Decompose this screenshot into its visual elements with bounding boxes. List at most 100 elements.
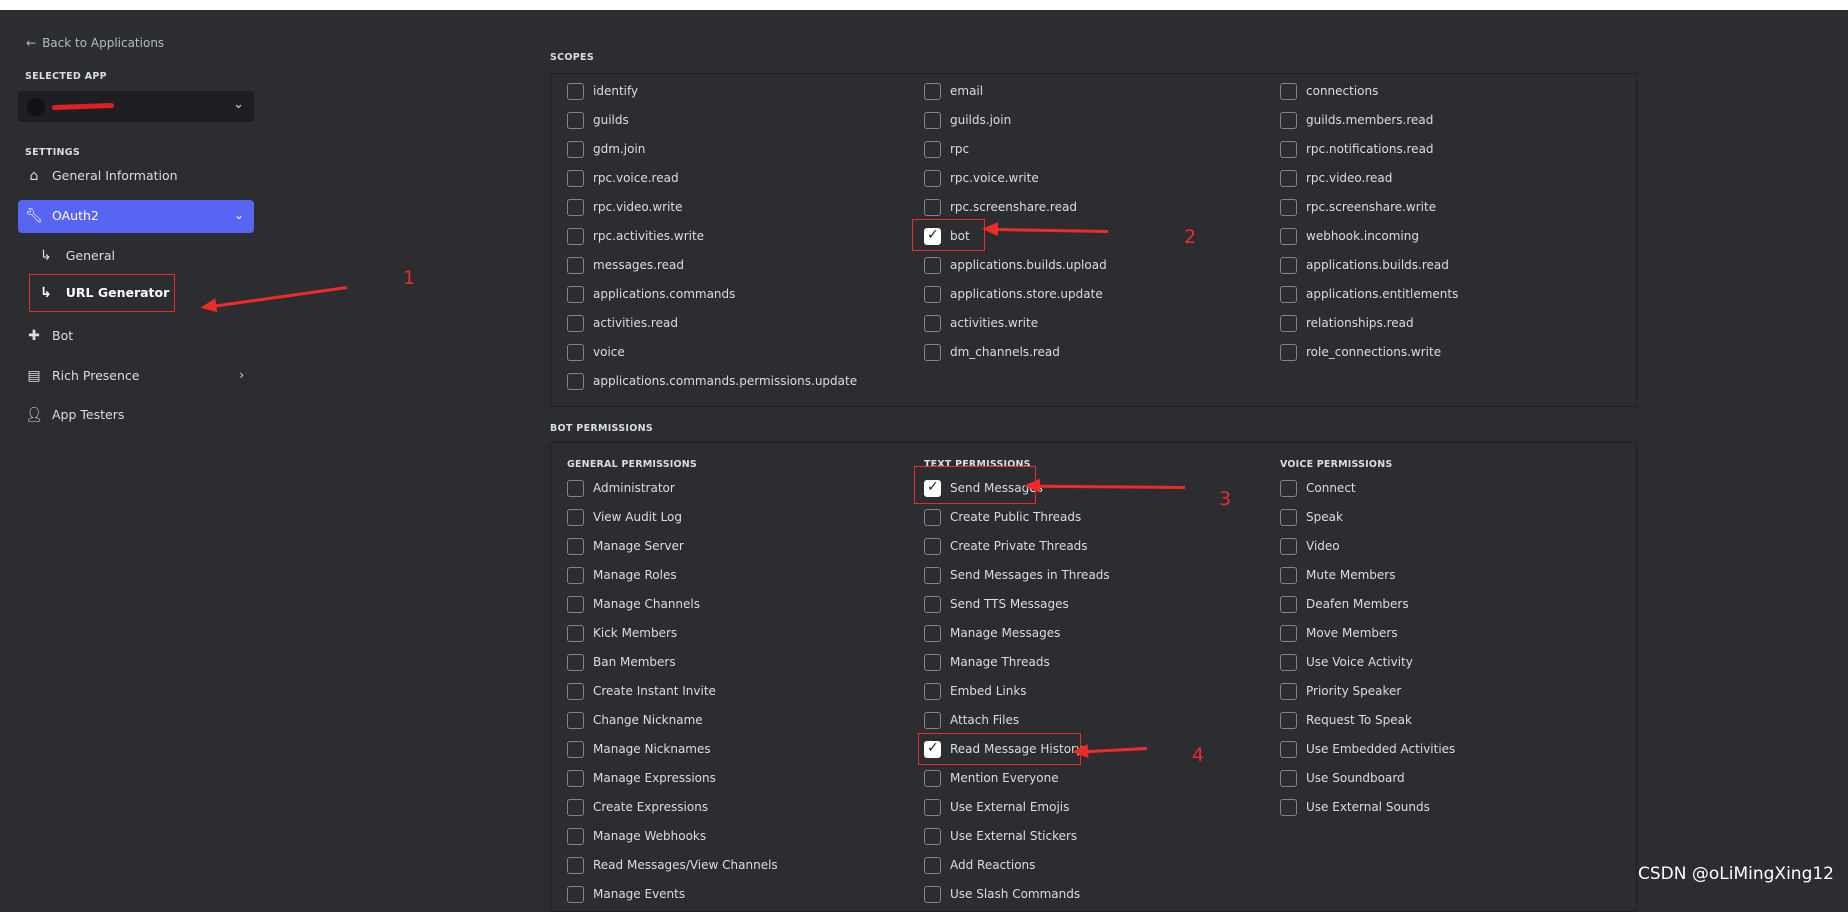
checkbox-label: applications.commands.permissions.update: [593, 374, 858, 388]
checkbox-empty-icon[interactable]: [1280, 344, 1297, 361]
checkbox-label: Request To Speak: [1306, 713, 1412, 727]
checkbox-empty-icon[interactable]: [924, 596, 941, 613]
user-icon: 👤︎: [25, 407, 43, 423]
sidebar-subitem-general[interactable]: ↳ General: [40, 248, 115, 264]
checkbox-empty-icon[interactable]: [567, 170, 584, 187]
checkbox-empty-icon[interactable]: [567, 344, 584, 361]
back-to-applications-link[interactable]: ← Back to Applications: [26, 36, 164, 50]
checkbox-empty-icon[interactable]: [924, 538, 941, 555]
checkbox-empty-icon[interactable]: [924, 199, 941, 216]
checkbox-empty-icon[interactable]: [1280, 654, 1297, 671]
checkbox-empty-icon[interactable]: [567, 315, 584, 332]
checkbox-label: Manage Threads: [950, 655, 1050, 669]
document-icon: ▤: [27, 368, 41, 384]
checkbox-empty-icon[interactable]: [1280, 315, 1297, 332]
checkbox-empty-icon[interactable]: [567, 199, 584, 216]
checkbox-empty-icon[interactable]: [567, 886, 584, 903]
home-icon: ⌂: [29, 168, 39, 184]
checkbox-label: webhook.incoming: [1306, 229, 1419, 243]
checkbox-label: rpc.video.read: [1306, 171, 1393, 185]
checkbox-empty-icon[interactable]: [1280, 509, 1297, 526]
checkbox-empty-icon[interactable]: [924, 857, 941, 874]
checkbox-label: relationships.read: [1306, 316, 1414, 330]
app-selector[interactable]: ⌄: [18, 91, 254, 122]
checkbox-empty-icon[interactable]: [924, 83, 941, 100]
checkbox-empty-icon[interactable]: [924, 170, 941, 187]
checkbox-label: rpc.notifications.read: [1306, 142, 1434, 156]
checkbox-label: Send TTS Messages: [950, 597, 1069, 611]
checkbox-empty-icon[interactable]: [924, 257, 941, 274]
checkbox-empty-icon[interactable]: [1280, 170, 1297, 187]
checkbox-empty-icon[interactable]: [924, 770, 941, 787]
checkbox-empty-icon[interactable]: [567, 373, 584, 390]
checkbox-empty-icon[interactable]: [924, 286, 941, 303]
checkbox-empty-icon[interactable]: [1280, 112, 1297, 129]
checkbox-empty-icon[interactable]: [924, 886, 941, 903]
checkbox-label: identify: [593, 84, 639, 98]
checkbox-empty-icon[interactable]: [1280, 567, 1297, 584]
sidebar-item-oauth2[interactable]: 🔧︎ OAuth2 ⌄: [18, 200, 254, 233]
checkbox-empty-icon[interactable]: [924, 509, 941, 526]
checkbox-empty-icon[interactable]: [924, 828, 941, 845]
checkbox-empty-icon[interactable]: [567, 141, 584, 158]
checkbox-empty-icon[interactable]: [924, 141, 941, 158]
checkbox-label: Read Messages/View Channels: [593, 858, 778, 872]
checkbox-empty-icon[interactable]: [567, 257, 584, 274]
checkbox-label: voice: [593, 345, 625, 359]
checkbox-empty-icon[interactable]: [924, 799, 941, 816]
checkbox-empty-icon[interactable]: [1280, 683, 1297, 700]
checkbox-empty-icon[interactable]: [924, 712, 941, 729]
checkbox-empty-icon[interactable]: [567, 596, 584, 613]
checkbox-empty-icon[interactable]: [924, 654, 941, 671]
sidebar-item-app-testers[interactable]: 👤︎ App Testers: [18, 399, 254, 432]
checkbox-empty-icon[interactable]: [1280, 228, 1297, 245]
checkbox-label: rpc.screenshare.write: [1306, 200, 1437, 214]
checkbox-empty-icon[interactable]: [567, 712, 584, 729]
checkbox-empty-icon[interactable]: [567, 83, 584, 100]
checkbox-empty-icon[interactable]: [567, 509, 584, 526]
checkbox-empty-icon[interactable]: [567, 538, 584, 555]
checkbox-empty-icon[interactable]: [567, 567, 584, 584]
checkbox-label: Priority Speaker: [1306, 684, 1402, 698]
checkbox-empty-icon[interactable]: [1280, 141, 1297, 158]
checkbox-empty-icon[interactable]: [1280, 799, 1297, 816]
checkbox-empty-icon[interactable]: [567, 228, 584, 245]
checkbox-label: Use Embedded Activities: [1306, 742, 1456, 756]
checkbox-empty-icon[interactable]: [567, 799, 584, 816]
checkbox-empty-icon[interactable]: [567, 480, 584, 497]
checkbox-empty-icon[interactable]: [567, 683, 584, 700]
checkbox-empty-icon[interactable]: [567, 625, 584, 642]
checkbox-empty-icon[interactable]: [924, 344, 941, 361]
checkbox-empty-icon[interactable]: [1280, 257, 1297, 274]
checkbox-empty-icon[interactable]: [924, 315, 941, 332]
checkbox-empty-icon[interactable]: [1280, 83, 1297, 100]
checkbox-empty-icon[interactable]: [1280, 712, 1297, 729]
checkbox-empty-icon[interactable]: [924, 567, 941, 584]
checkbox-empty-icon[interactable]: [567, 770, 584, 787]
checkbox-empty-icon[interactable]: [924, 683, 941, 700]
checkbox-empty-icon[interactable]: [1280, 741, 1297, 758]
checkbox-label: rpc.video.write: [593, 200, 683, 214]
checkbox-empty-icon[interactable]: [1280, 538, 1297, 555]
checkbox-empty-icon[interactable]: [567, 741, 584, 758]
checkbox-empty-icon[interactable]: [567, 828, 584, 845]
checkbox-label: Use External Sounds: [1306, 800, 1430, 814]
checkbox-empty-icon[interactable]: [567, 857, 584, 874]
checkbox-empty-icon[interactable]: [567, 654, 584, 671]
sidebar-item-general-information[interactable]: ⌂ General Information: [18, 160, 254, 193]
checkbox-empty-icon[interactable]: [567, 286, 584, 303]
checkbox-empty-icon[interactable]: [1280, 199, 1297, 216]
checkbox-empty-icon[interactable]: [1280, 770, 1297, 787]
checkbox-empty-icon[interactable]: [1280, 625, 1297, 642]
sidebar-item-bot[interactable]: ✚ Bot: [18, 320, 254, 353]
checkbox-empty-icon[interactable]: [1280, 480, 1297, 497]
checkbox-empty-icon[interactable]: [1280, 596, 1297, 613]
checkbox-label: Embed Links: [950, 684, 1027, 698]
sidebar-item-rich-presence[interactable]: ▤ Rich Presence ›: [18, 360, 254, 393]
checkbox-label: rpc.activities.write: [593, 229, 705, 243]
bot-permissions-heading: BOT PERMISSIONS: [550, 423, 654, 434]
checkbox-empty-icon[interactable]: [924, 112, 941, 129]
checkbox-empty-icon[interactable]: [924, 625, 941, 642]
checkbox-empty-icon[interactable]: [567, 112, 584, 129]
checkbox-empty-icon[interactable]: [1280, 286, 1297, 303]
